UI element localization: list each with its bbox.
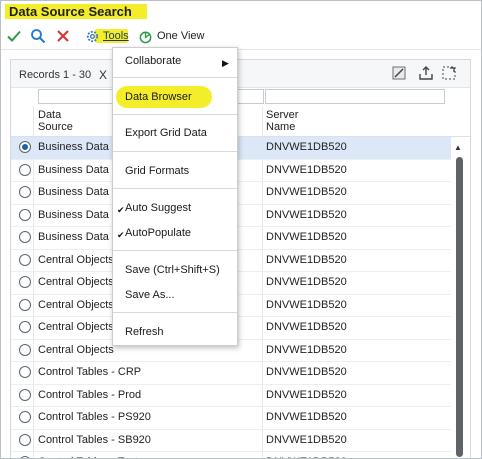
row-radio-button[interactable]: [19, 411, 31, 423]
cell-data-source: Central Objects: [38, 276, 114, 288]
table-row[interactable]: Control Tables - Prod DNVWE1DB520: [11, 385, 451, 407]
cell-data-source: Business Data: [38, 141, 109, 153]
filter-row: [11, 88, 470, 105]
cell-data-source: Control Tables - PS920: [38, 411, 151, 423]
cell-data-source: Central Objects: [38, 343, 114, 356]
menu-item-collaborate[interactable]: Collaborate: [125, 55, 181, 67]
table-row[interactable]: Control Tables - CRP DNVWE1DB520: [11, 362, 451, 385]
cell-data-source: Business Data: [38, 163, 109, 176]
cell-server-name: DNVWE1DB520: [266, 231, 347, 243]
cell-server-name: DNVWE1DB520: [266, 321, 347, 333]
vertical-scrollbar[interactable]: ▲: [451, 137, 469, 458]
cell-server-name: DNVWE1DB520: [266, 433, 347, 446]
column-header-line: Server: [266, 109, 299, 121]
row-radio-button[interactable]: [19, 388, 31, 401]
check-icon[interactable]: [5, 27, 23, 45]
column-header-data-source[interactable]: Data Source: [38, 109, 73, 133]
menu-item-grid-formats[interactable]: Grid Formats: [125, 165, 189, 177]
column-headers: Data Source Server Name: [11, 106, 470, 137]
column-header-line: Name: [266, 121, 296, 133]
server-name-filter-input[interactable]: [265, 89, 445, 104]
cell-data-source: Business Data: [38, 186, 109, 198]
row-radio-button[interactable]: [19, 298, 31, 311]
one-view-icon[interactable]: [136, 27, 154, 45]
menu-item-save-as[interactable]: Save As...: [125, 289, 175, 301]
toolbar: Tools One View: [1, 23, 481, 50]
cell-data-source: Business Data: [38, 231, 109, 243]
row-radio-button[interactable]: [19, 208, 31, 221]
cell-data-source: Central Objects: [38, 253, 114, 266]
cell-server-name: DNVWE1DB520: [266, 163, 347, 176]
scroll-up-arrow-icon[interactable]: ▲: [454, 143, 462, 152]
cell-server-name: DNVWE1DB520: [266, 186, 347, 198]
cell-server-name: DNVWE1DB520: [266, 141, 347, 153]
menu-item-auto-suggest[interactable]: Auto Suggest: [125, 202, 191, 214]
cell-data-source: Business Data: [38, 208, 109, 221]
gear-icon[interactable]: [83, 27, 101, 45]
export-icon[interactable]: [418, 65, 434, 81]
menu-item-export-grid-data[interactable]: Export Grid Data: [125, 127, 207, 139]
close-icon[interactable]: [54, 27, 72, 45]
row-radio-button[interactable]: [19, 321, 31, 333]
grid-header-bar: Records 1 - 30 X: [11, 60, 470, 88]
row-radio-button[interactable]: [19, 163, 31, 176]
tools-menu-button[interactable]: Tools: [103, 30, 129, 42]
row-radio-button[interactable]: [19, 186, 31, 198]
cell-server-name: DNVWE1DB520: [266, 343, 347, 356]
menu-item-refresh[interactable]: Refresh: [125, 326, 164, 338]
column-header-server-name[interactable]: Server Name: [266, 109, 298, 133]
cell-data-source: Central Objects: [38, 298, 114, 311]
data-source-grid: Records 1 - 30 X Data Source Server Name…: [10, 59, 471, 458]
menu-divider: [113, 77, 237, 78]
row-radio-button[interactable]: [19, 343, 31, 356]
records-close-button[interactable]: X: [99, 68, 107, 82]
title-bar: Data Source Search: [1, 1, 481, 23]
cell-server-name: DNVWE1DB520: [266, 411, 347, 423]
row-radio-button[interactable]: [19, 366, 31, 378]
menu-divider: [113, 188, 237, 189]
menu-divider: [113, 312, 237, 313]
cell-server-name: DNVWE1DB520: [266, 208, 347, 221]
search-icon[interactable]: [29, 27, 47, 45]
cell-data-source: Control Tables - CRP: [38, 366, 142, 378]
menu-item-data-browser[interactable]: Data Browser: [125, 91, 192, 103]
cell-server-name: DNVWE1DB520: [266, 388, 347, 401]
cell-server-name: DNVWE1DB520: [266, 366, 347, 378]
menu-item-auto-populate[interactable]: AutoPopulate: [125, 227, 191, 239]
cell-data-source: Central Objects: [38, 321, 114, 333]
column-header-line: Data: [38, 109, 62, 121]
table-row[interactable]: Control Tables - PS920 DNVWE1DB520: [11, 407, 451, 430]
menu-divider: [113, 151, 237, 152]
maximize-grid-icon[interactable]: [441, 65, 457, 81]
scrollbar-thumb[interactable]: [456, 157, 463, 457]
menu-item-save[interactable]: Save (Ctrl+Shift+S): [125, 264, 220, 276]
one-view-button[interactable]: One View: [157, 30, 205, 42]
row-radio-button[interactable]: [19, 276, 31, 288]
tools-dropdown-menu: Collaborate ▶ Data Browser Export Grid D…: [112, 47, 238, 346]
page-title: Data Source Search: [9, 4, 132, 19]
menu-divider: [113, 250, 237, 251]
cell-data-source: Control Tables - SB920: [38, 433, 151, 446]
submenu-arrow-icon: ▶: [222, 58, 229, 68]
row-radio-button[interactable]: [19, 231, 31, 243]
data-source-search-window: Data Source Search Tools One View Record…: [0, 0, 482, 459]
menu-divider: [113, 114, 237, 115]
table-row[interactable]: Control Tables - SB920 DNVWE1DB520: [11, 430, 451, 452]
cell-server-name: DNVWE1DB520: [266, 276, 347, 288]
column-header-line: Source: [38, 121, 73, 133]
table-row[interactable]: Control Tables - TestDNVWE1DB520: [11, 452, 451, 458]
row-radio-button[interactable]: [19, 253, 31, 266]
cell-data-source: Control Tables - Prod: [38, 388, 142, 401]
cell-server-name: DNVWE1DB520: [266, 253, 347, 266]
records-count: Records 1 - 30: [19, 69, 92, 81]
row-radio-button[interactable]: [19, 433, 31, 446]
row-radio-button[interactable]: [19, 141, 31, 153]
check-mark-icon: ✔: [117, 205, 125, 215]
check-mark-icon: ✔: [117, 230, 125, 240]
cell-server-name: DNVWE1DB520: [266, 298, 347, 311]
customize-grid-icon[interactable]: [391, 65, 407, 81]
